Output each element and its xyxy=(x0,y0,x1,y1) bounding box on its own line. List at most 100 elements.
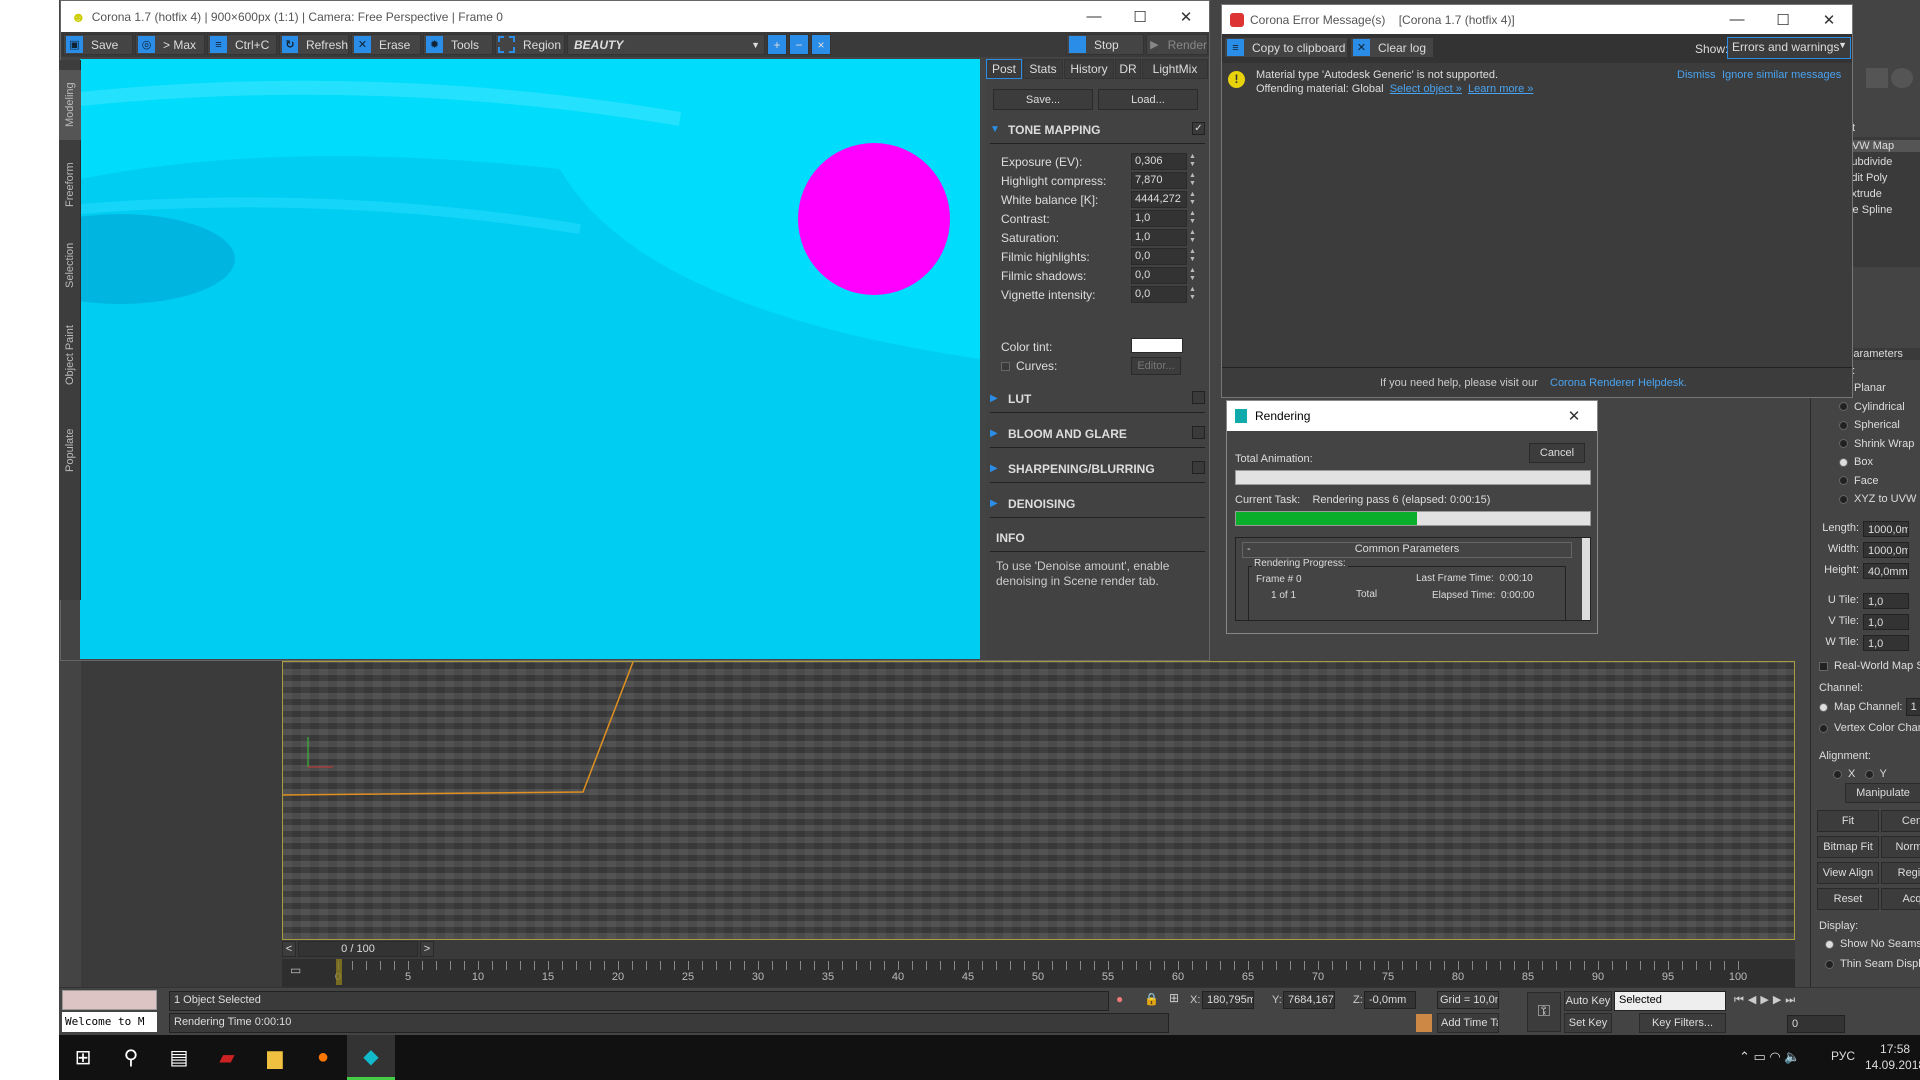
task-view-icon[interactable]: ▤ xyxy=(155,1035,203,1080)
z-coordinate[interactable]: -0,0mm xyxy=(1364,991,1416,1009)
tab-stats[interactable]: Stats xyxy=(1023,59,1063,79)
refresh-button[interactable]: ↻ Refresh xyxy=(279,34,349,55)
channel-dropdown[interactable]: BEAUTY ▼ xyxy=(567,34,765,55)
tone-mapping-checkbox[interactable]: ✓ xyxy=(1192,122,1205,135)
tone-param-input[interactable]: 4444,272 xyxy=(1131,191,1187,208)
tab-post[interactable]: Post xyxy=(986,59,1022,79)
ignore-similar-link[interactable]: Ignore similar messages xyxy=(1722,69,1841,81)
tab-selection[interactable]: Selection xyxy=(59,230,81,300)
dimension-input[interactable]: 1000,0m xyxy=(1863,542,1909,558)
erase-button[interactable]: ✕ Erase xyxy=(351,34,421,55)
copy-to-clipboard-button[interactable]: ≡ Copy to clipboard xyxy=(1224,37,1348,58)
track-bar[interactable]: ▭ 05101520253035404550556065707580859095… xyxy=(282,959,1795,987)
search-icon[interactable]: ⚲ xyxy=(107,1035,155,1080)
spinner[interactable]: ▲ ▼ xyxy=(1189,229,1196,245)
to-max-button[interactable]: ◎ > Max xyxy=(135,34,205,55)
close-button[interactable]: ✕ xyxy=(1806,5,1852,34)
zoom-in-icon[interactable]: + xyxy=(767,34,787,55)
render-button[interactable]: ▶ Render xyxy=(1146,34,1208,55)
show-no-seams-radio[interactable]: Show No Seams xyxy=(1825,938,1920,950)
clock[interactable]: 17:58 14.09.2018 xyxy=(1865,1041,1920,1073)
stop-button[interactable]: Stop xyxy=(1066,34,1144,55)
bloom-glare-header[interactable]: ▶ BLOOM AND GLARE xyxy=(990,426,1205,448)
spinner[interactable]: ▲ ▼ xyxy=(1189,286,1196,302)
zoom-out-icon[interactable]: − xyxy=(789,34,809,55)
spinner[interactable]: ▲ ▼ xyxy=(1189,248,1196,264)
absolute-mode-icon[interactable]: ⊞ xyxy=(1169,991,1179,1005)
bloom-checkbox[interactable] xyxy=(1192,426,1205,439)
set-key-button[interactable]: Set Key xyxy=(1564,1013,1612,1033)
motion-tab-icon[interactable] xyxy=(1891,68,1913,88)
minimize-button[interactable]: — xyxy=(1714,5,1760,34)
tab-dr[interactable]: DR xyxy=(1115,59,1141,79)
tab-object-paint[interactable]: Object Paint xyxy=(59,310,81,400)
mapping-radio[interactable]: XYZ to UVW xyxy=(1839,493,1916,505)
firefox-icon[interactable]: ● xyxy=(299,1035,347,1080)
color-tint-swatch[interactable] xyxy=(1131,338,1183,353)
show-filter-dropdown[interactable]: Errors and warnings ▼ xyxy=(1727,37,1851,59)
mapping-radio[interactable]: Box xyxy=(1839,456,1873,468)
close-button[interactable]: ✕ xyxy=(1551,401,1597,431)
align-button[interactable]: Fit xyxy=(1817,810,1879,832)
add-time-tag-button[interactable]: Add Time Tag xyxy=(1437,1013,1499,1033)
vertex-color-radio[interactable]: Vertex Color Char xyxy=(1819,722,1920,734)
common-parameters-scroll[interactable]: - Common Parameters Rendering Progress: F… xyxy=(1235,537,1591,621)
perspective-viewport[interactable] xyxy=(282,661,1795,940)
tab-freeform[interactable]: Freeform xyxy=(59,150,81,220)
spinner[interactable]: ▲ ▼ xyxy=(1189,267,1196,283)
align-button[interactable]: Norma xyxy=(1881,836,1920,858)
curve-editor-icon[interactable]: ▭ xyxy=(290,963,312,983)
dismiss-link[interactable]: Dismiss xyxy=(1677,69,1716,81)
isolate-icon[interactable]: ● xyxy=(1116,992,1123,1006)
spinner[interactable]: ▲ ▼ xyxy=(1189,172,1196,188)
mapping-radio[interactable]: Shrink Wrap xyxy=(1839,438,1914,450)
hierarchy-tab-icon[interactable] xyxy=(1866,68,1888,88)
manipulate-button[interactable]: Manipulate xyxy=(1845,783,1920,803)
tone-param-input[interactable]: 1,0 xyxy=(1131,229,1187,246)
frame-slider-thumb[interactable]: 0 / 100 xyxy=(298,941,418,957)
tone-mapping-header[interactable]: ▼ TONE MAPPING ✓ xyxy=(990,122,1205,144)
modifier-item[interactable]: UVW Map xyxy=(1844,140,1920,152)
time-slider[interactable]: < 0 / 100 > xyxy=(282,940,1795,959)
tile-input[interactable]: 1,0 xyxy=(1863,614,1909,630)
align-button[interactable]: Acq xyxy=(1881,888,1920,910)
region-button[interactable]: Region xyxy=(495,34,565,55)
helpdesk-link[interactable]: Corona Renderer Helpdesk. xyxy=(1550,377,1687,389)
dimension-input[interactable]: 1000,0m xyxy=(1863,521,1909,537)
prev-frame-button[interactable]: < xyxy=(282,941,296,957)
key-mode-dropdown[interactable]: Selected xyxy=(1614,991,1726,1011)
tile-input[interactable]: 1,0 xyxy=(1863,635,1909,651)
minimize-button[interactable]: — xyxy=(1071,1,1117,32)
time-tag-icon[interactable] xyxy=(1416,1014,1432,1032)
auto-key-button[interactable]: Auto Key xyxy=(1564,991,1612,1011)
time-marker[interactable] xyxy=(336,959,342,985)
parameters-rollout[interactable]: Parameters xyxy=(1846,348,1920,360)
learn-more-link[interactable]: Learn more » xyxy=(1468,83,1533,95)
dimension-input[interactable]: 40,0mm xyxy=(1863,563,1909,579)
key-filters-button[interactable]: Key Filters... xyxy=(1639,1013,1726,1033)
current-frame-field[interactable]: 0 xyxy=(1787,1015,1845,1033)
curves-editor-button[interactable]: Editor... xyxy=(1131,357,1181,375)
common-parameters-rollout[interactable]: - Common Parameters xyxy=(1242,542,1572,558)
tone-param-input[interactable]: 0,306 xyxy=(1131,153,1187,170)
align-button[interactable]: Cen xyxy=(1881,810,1920,832)
map-channel-radio[interactable]: Map Channel: 1 xyxy=(1819,698,1920,716)
scrollbar[interactable] xyxy=(1582,538,1590,620)
y-coordinate[interactable]: 7684,167m xyxy=(1283,991,1335,1009)
spinner[interactable]: ▲ ▼ xyxy=(1189,153,1196,169)
align-button[interactable]: Reset xyxy=(1817,888,1879,910)
clear-log-button[interactable]: ✕ Clear log xyxy=(1350,37,1434,58)
align-button[interactable]: Regio xyxy=(1881,862,1920,884)
tile-input[interactable]: 1,0 xyxy=(1863,593,1909,609)
spinner[interactable]: ▲ ▼ xyxy=(1189,191,1196,207)
windows-start-icon[interactable]: ⊞ xyxy=(59,1035,107,1080)
mapping-radio[interactable]: Face xyxy=(1839,475,1878,487)
zoom-reset-icon[interactable]: × xyxy=(811,34,831,55)
next-frame-button[interactable]: > xyxy=(420,941,434,957)
rendered-image[interactable] xyxy=(80,59,980,659)
sharpening-header[interactable]: ▶ SHARPENING/BLURRING xyxy=(990,461,1205,483)
set-keys-key-icon[interactable]: ⚿ xyxy=(1527,992,1561,1032)
mapping-radio[interactable]: Spherical xyxy=(1839,419,1900,431)
post-save-button[interactable]: Save... xyxy=(993,89,1093,110)
copy-button[interactable]: ≡ Ctrl+C xyxy=(207,34,277,55)
